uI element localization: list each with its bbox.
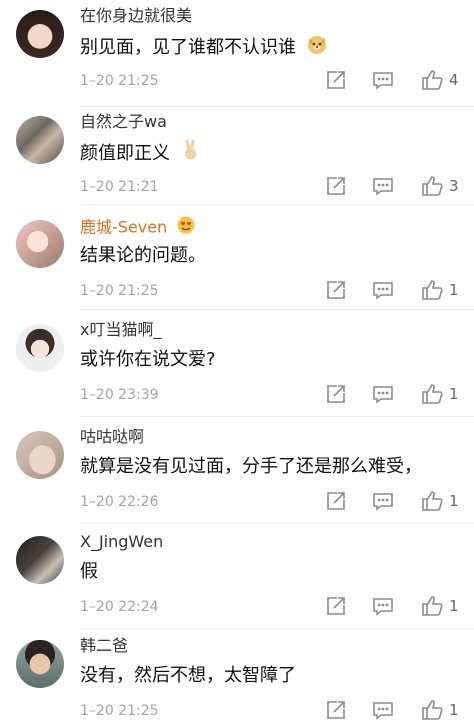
avatar[interactable] bbox=[16, 640, 64, 688]
comment-item: X_JingWen 假 1–20 22:24 1 bbox=[0, 530, 474, 634]
divider bbox=[80, 106, 474, 107]
like-count: 1 bbox=[449, 597, 459, 615]
divider bbox=[80, 204, 474, 205]
share-button[interactable] bbox=[325, 66, 347, 94]
comment-button[interactable] bbox=[372, 276, 394, 304]
like-icon bbox=[422, 491, 443, 511]
username[interactable]: X_JingWen bbox=[80, 531, 163, 553]
comment-icon bbox=[373, 386, 393, 404]
username-text: 鹿城-Seven bbox=[80, 217, 168, 237]
avatar[interactable] bbox=[16, 536, 64, 584]
comment-button[interactable] bbox=[372, 66, 394, 94]
timestamp: 1–20 21:25 bbox=[80, 703, 159, 719]
dog-face-icon bbox=[306, 33, 328, 63]
share-icon bbox=[327, 71, 345, 89]
timestamp: 1–20 23:39 bbox=[80, 387, 159, 403]
like-button[interactable]: 4 bbox=[421, 66, 459, 94]
username[interactable]: 在你身边就很美 bbox=[80, 5, 192, 27]
avatar[interactable] bbox=[16, 10, 64, 58]
comment-text: 假 bbox=[80, 561, 98, 582]
like-count: 4 bbox=[449, 71, 459, 89]
like-count: 3 bbox=[449, 177, 459, 195]
heart-eyes-icon bbox=[176, 215, 196, 241]
timestamp: 1–20 22:26 bbox=[80, 494, 159, 510]
share-icon bbox=[327, 492, 345, 510]
username[interactable]: 韩二爸 bbox=[80, 635, 128, 657]
divider bbox=[80, 523, 474, 524]
like-button[interactable]: 1 bbox=[421, 276, 459, 304]
like-count: 1 bbox=[449, 281, 459, 299]
comment-text: 别见面，见了谁都不认识谁 bbox=[80, 33, 328, 63]
comment-item: x叮当猫啊_ 或许你在说文爱? 1–20 23:39 1 bbox=[0, 318, 474, 422]
comment-item: 在你身边就很美 别见面，见了谁都不认识谁 1–20 21:25 4 bbox=[0, 4, 474, 108]
like-button[interactable]: 1 bbox=[421, 696, 459, 724]
share-icon bbox=[327, 701, 345, 719]
like-button[interactable]: 3 bbox=[421, 172, 459, 200]
like-button[interactable]: 1 bbox=[421, 380, 459, 408]
comment-text: 或许你在说文爱? bbox=[80, 349, 216, 370]
victory-hand-icon bbox=[180, 139, 202, 169]
comment-text: 颜值即正义 bbox=[80, 139, 202, 169]
comment-icon bbox=[373, 72, 393, 90]
share-button[interactable] bbox=[325, 276, 347, 304]
comment-body: 别见面，见了谁都不认识谁 bbox=[80, 37, 296, 58]
share-icon bbox=[327, 385, 345, 403]
username[interactable]: 咕咕哒啊 bbox=[80, 426, 144, 448]
comment-item: 鹿城-Seven 结果论的问题。 1–20 21:25 1 bbox=[0, 214, 474, 318]
comment-icon bbox=[373, 598, 393, 616]
comment-button[interactable] bbox=[372, 592, 394, 620]
share-icon bbox=[327, 597, 345, 615]
comment-icon bbox=[373, 493, 393, 511]
username[interactable]: 鹿城-Seven bbox=[80, 215, 196, 241]
avatar[interactable] bbox=[16, 220, 64, 268]
like-icon bbox=[422, 700, 443, 720]
comment-icon bbox=[373, 178, 393, 196]
divider bbox=[80, 628, 474, 629]
share-button[interactable] bbox=[325, 592, 347, 620]
timestamp: 1–20 21:25 bbox=[80, 73, 159, 89]
comment-text: 结果论的问题。 bbox=[80, 245, 206, 266]
divider bbox=[80, 416, 474, 417]
share-button[interactable] bbox=[325, 696, 347, 724]
like-button[interactable]: 1 bbox=[421, 487, 459, 515]
comment-body: 颜值即正义 bbox=[80, 143, 170, 164]
like-count: 1 bbox=[449, 492, 459, 510]
comment-button[interactable] bbox=[372, 172, 394, 200]
comment-icon bbox=[373, 702, 393, 720]
like-button[interactable]: 1 bbox=[421, 592, 459, 620]
comment-button[interactable] bbox=[372, 696, 394, 724]
like-count: 1 bbox=[449, 701, 459, 719]
share-icon bbox=[327, 281, 345, 299]
share-button[interactable] bbox=[325, 487, 347, 515]
username[interactable]: x叮当猫啊_ bbox=[80, 319, 161, 341]
username[interactable]: 自然之子wa bbox=[80, 111, 167, 133]
timestamp: 1–20 21:21 bbox=[80, 179, 159, 195]
like-icon bbox=[422, 176, 443, 196]
like-icon bbox=[422, 70, 443, 90]
comment-item: 咕咕哒啊 就算是没有见过面，分手了还是那么难受， 1–20 22:26 1 bbox=[0, 425, 474, 529]
avatar[interactable] bbox=[16, 431, 64, 479]
like-count: 1 bbox=[449, 385, 459, 403]
comment-item: 韩二爸 没有，然后不想，太智障了 1–20 21:25 1 bbox=[0, 634, 474, 728]
like-icon bbox=[422, 384, 443, 404]
timestamp: 1–20 22:24 bbox=[80, 599, 159, 615]
comment-text: 没有，然后不想，太智障了 bbox=[80, 665, 296, 686]
like-icon bbox=[422, 596, 443, 616]
avatar[interactable] bbox=[16, 324, 64, 372]
like-icon bbox=[422, 280, 443, 300]
share-button[interactable] bbox=[325, 172, 347, 200]
comment-item: 自然之子wa 颜值即正义 1–20 21:21 3 bbox=[0, 110, 474, 214]
comment-text: 就算是没有见过面，分手了还是那么难受， bbox=[80, 456, 422, 477]
avatar[interactable] bbox=[16, 116, 64, 164]
comment-button[interactable] bbox=[372, 380, 394, 408]
comment-button[interactable] bbox=[372, 487, 394, 515]
timestamp: 1–20 21:25 bbox=[80, 283, 159, 299]
share-button[interactable] bbox=[325, 380, 347, 408]
comment-icon bbox=[373, 282, 393, 300]
divider bbox=[80, 309, 474, 310]
share-icon bbox=[327, 177, 345, 195]
